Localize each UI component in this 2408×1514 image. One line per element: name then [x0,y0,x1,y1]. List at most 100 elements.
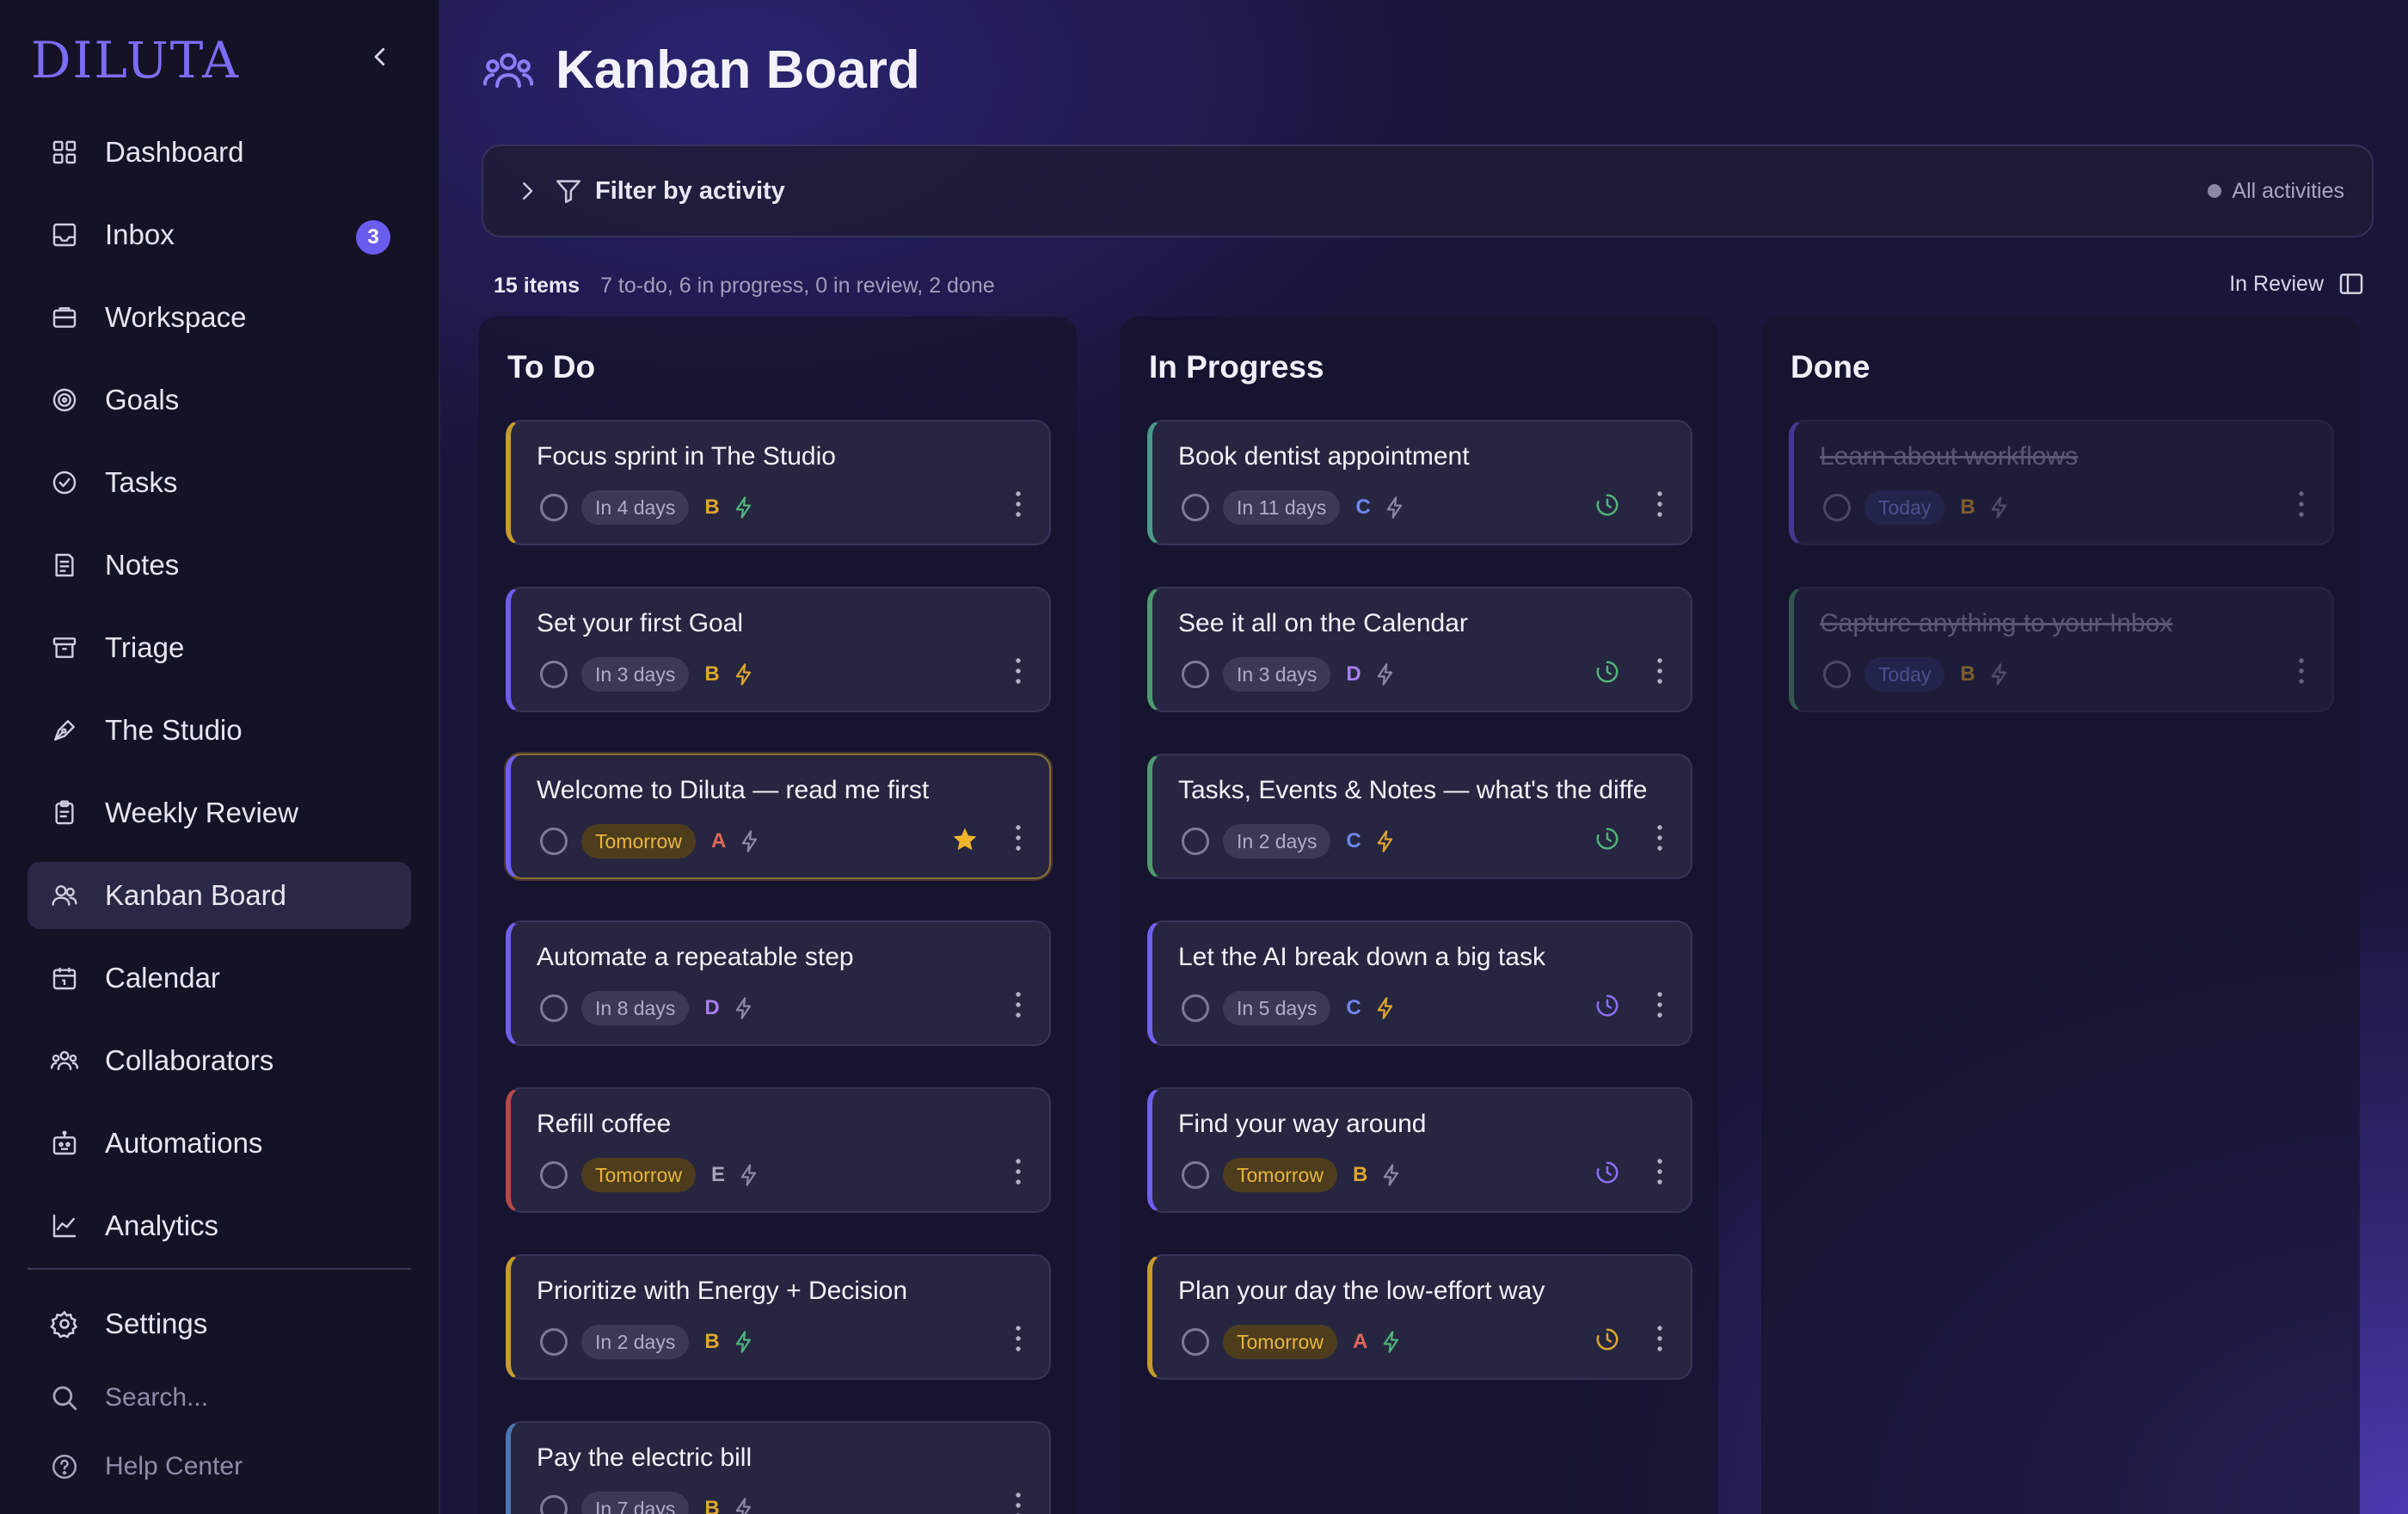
more-options-icon[interactable] [1013,1490,1023,1514]
target-icon [48,384,81,416]
due-date-badge: Tomorrow [1223,1158,1337,1192]
activity-filter-status[interactable]: All activities [2208,179,2344,204]
task-card[interactable]: Find your way around Tomorrow B [1147,1087,1692,1213]
task-card[interactable]: Welcome to Diluta — read me first Tomorro… [506,754,1051,879]
sidebar-search[interactable]: Search... [48,1364,409,1431]
search-placeholder: Search... [105,1383,209,1412]
clipboard-icon [48,797,81,829]
sidebar-item-inbox[interactable]: Inbox 3 [28,201,411,268]
task-card[interactable]: Learn about workflows Today B [1789,420,2334,545]
more-options-icon[interactable] [1655,655,1665,686]
sidebar-item-label: Weekly Review [105,797,298,828]
task-title: Focus sprint in The Studio [537,442,836,471]
sidebar-item-automations[interactable]: Automations [28,1110,411,1177]
task-complete-checkbox[interactable] [1182,1161,1209,1189]
sidebar-item-goals[interactable]: Goals [28,366,411,434]
in-review-toggle[interactable]: In Review [2229,270,2365,298]
task-card[interactable]: Pay the electric bill In 7 days B [506,1421,1051,1514]
sidebar-item-tasks[interactable]: Tasks [28,449,411,516]
task-card[interactable]: Automate a repeatable step In 8 days D [506,920,1051,1046]
sidebar-item-weekly-review[interactable]: Weekly Review [28,779,411,846]
sidebar-item-workspace[interactable]: Workspace [28,284,411,351]
sidebar-item-dashboard[interactable]: Dashboard [28,119,411,186]
more-options-icon[interactable] [1013,655,1023,686]
energy-bolt-icon [1991,663,2006,686]
archive-icon [48,631,81,664]
task-card[interactable]: Refill coffee Tomorrow E [506,1087,1051,1213]
page-title: Kanban Board [556,40,920,100]
more-options-icon[interactable] [1013,1156,1023,1187]
task-complete-checkbox[interactable] [540,661,568,688]
app-logo[interactable]: DILUTA [31,31,240,89]
note-icon [48,549,81,582]
task-card[interactable]: Capture anything to your Inbox Today B [1789,587,2334,712]
more-options-icon[interactable] [1655,1323,1665,1354]
due-date-badge: In 2 days [581,1325,690,1359]
sidebar-item-kanban-board[interactable]: Kanban Board [28,862,411,929]
column-title: In Progress [1149,349,1324,385]
more-options-icon[interactable] [1655,1156,1665,1187]
task-complete-checkbox[interactable] [540,994,568,1022]
sidebar-item-the-studio[interactable]: The Studio [28,697,411,764]
task-card[interactable]: Book dentist appointment In 11 days C [1147,420,1692,545]
due-date-badge: In 3 days [581,657,690,692]
task-card[interactable]: Focus sprint in The Studio In 4 days B [506,420,1051,545]
task-complete-checkbox[interactable] [1823,661,1851,688]
more-options-icon[interactable] [1013,1323,1023,1354]
task-complete-checkbox[interactable] [1182,1328,1209,1356]
collapse-sidebar-button[interactable] [361,38,399,76]
in-progress-clock-icon [1596,494,1619,516]
task-meta: In 7 days B [540,1492,756,1514]
task-complete-checkbox[interactable] [1823,494,1851,521]
task-card[interactable]: Set your first Goal In 3 days B [506,587,1051,712]
task-card[interactable]: Let the AI break down a big task In 5 day… [1147,920,1692,1046]
more-options-icon[interactable] [1013,822,1023,853]
task-complete-checkbox[interactable] [1182,494,1209,521]
task-card[interactable]: Plan your day the low-effort way Tomorrow… [1147,1254,1692,1380]
due-date-badge: Tomorrow [581,1158,696,1192]
more-options-icon[interactable] [1013,489,1023,520]
sidebar-item-label: Automations [105,1127,263,1159]
more-options-icon[interactable] [1013,989,1023,1020]
task-complete-checkbox[interactable] [1182,994,1209,1022]
more-options-icon[interactable] [1655,822,1665,853]
sidebar-item-label: Inbox [105,218,175,250]
task-complete-checkbox[interactable] [540,828,568,855]
star-icon[interactable] [951,826,979,853]
task-complete-checkbox[interactable] [540,1161,568,1189]
task-card[interactable]: See it all on the Calendar In 3 days D [1147,587,1692,712]
sidebar-item-analytics[interactable]: Analytics [28,1192,411,1259]
sidebar-item-label: Triage [105,631,185,663]
status-breakdown: 7 to-do, 6 in progress, 0 in review, 2 d… [600,274,995,298]
sidebar-item-label: Tasks [105,466,178,498]
filter-icon [556,180,581,204]
task-complete-checkbox[interactable] [540,494,568,521]
kanban-column-to-do: To Do Focus sprint in The Studio In 4 days… [478,317,1077,1514]
sidebar-item-calendar[interactable]: Calendar [28,945,411,1012]
main-content: Kanban Board Filter by activity All acti… [440,0,2408,1514]
briefcase-icon [48,301,81,334]
more-options-icon[interactable] [2296,655,2307,686]
sidebar-item-triage[interactable]: Triage [28,614,411,681]
sidebar-item-collaborators[interactable]: Collaborators [28,1027,411,1094]
chevron-left-icon [374,47,385,66]
task-card[interactable]: Tasks, Events & Notes — what's the diffe… [1147,754,1692,879]
sidebar-item-help-center[interactable]: Help Center [48,1433,409,1500]
more-options-icon[interactable] [1655,489,1665,520]
task-complete-checkbox[interactable] [540,1495,568,1514]
energy-bolt-icon [742,830,758,852]
more-options-icon[interactable] [1655,989,1665,1020]
task-title: Tasks, Events & Notes — what's the diffe [1178,776,1648,804]
sidebar-item-label: Calendar [105,962,220,994]
task-card[interactable]: Prioritize with Energy + Decision In 2 da… [506,1254,1051,1380]
energy-bolt-icon [1377,663,1392,686]
sidebar-item-settings[interactable]: Settings [48,1290,409,1357]
activity-filter-bar[interactable]: Filter by activity All activities [482,145,2374,237]
due-date-badge: Tomorrow [581,824,696,859]
task-complete-checkbox[interactable] [1182,828,1209,855]
sidebar-item-notes[interactable]: Notes [28,532,411,599]
more-options-icon[interactable] [2296,489,2307,520]
sidebar-item-label: Dashboard [105,136,244,168]
task-complete-checkbox[interactable] [1182,661,1209,688]
task-complete-checkbox[interactable] [540,1328,568,1356]
